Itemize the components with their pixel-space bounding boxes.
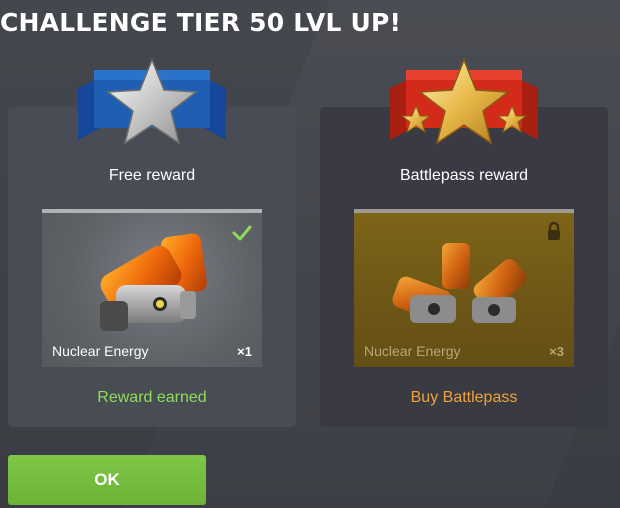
battlepass-reward-card[interactable]: Nuclear Energy ×3 (354, 209, 574, 367)
lock-icon (548, 221, 560, 240)
ok-button[interactable]: OK (8, 455, 206, 505)
battlepass-reward-label: Battlepass reward (399, 167, 529, 184)
silver-star-badge-icon (78, 58, 226, 145)
buy-battlepass-link[interactable]: Buy Battlepass (320, 389, 608, 407)
checkmark-icon (232, 225, 252, 241)
free-reward-label: Free reward (108, 167, 196, 184)
item-name: Nuclear Energy (52, 343, 149, 359)
dialog-title: CHALLENGE TIER 50 LVL UP! (0, 8, 402, 37)
battlepass-reward-panel: Battlepass reward Nuclear Energy ×3 Buy … (320, 107, 608, 427)
item-count: ×3 (549, 344, 564, 359)
free-reward-card[interactable]: Nuclear Energy ×1 (42, 209, 262, 367)
free-reward-panel: Free reward Nuclear Energy ×1 Reward ear… (8, 107, 296, 427)
gold-three-star-badge-icon (390, 58, 538, 145)
item-name: Nuclear Energy (364, 343, 461, 359)
item-count: ×1 (237, 344, 252, 359)
reward-earned-status: Reward earned (97, 389, 207, 406)
